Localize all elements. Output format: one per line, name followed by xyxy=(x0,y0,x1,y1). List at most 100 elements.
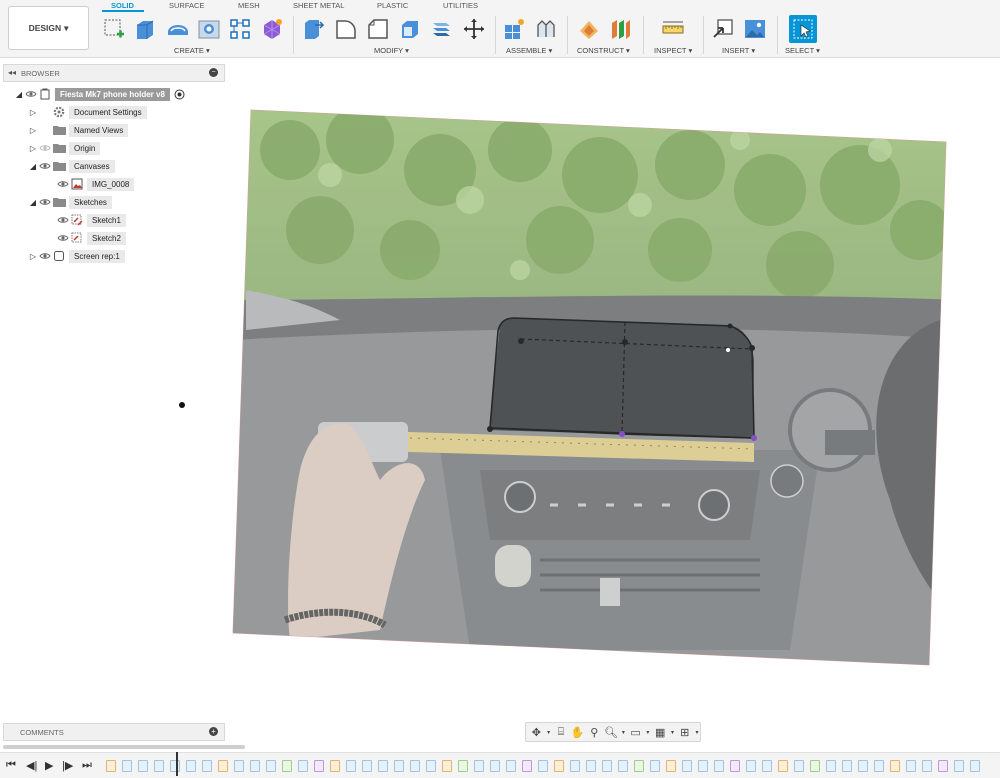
workspace-design-button[interactable]: DESIGN ▾ xyxy=(8,6,89,50)
collapse-panel-icon[interactable]: ◂◂ xyxy=(8,68,16,77)
eye-icon[interactable] xyxy=(56,214,70,226)
insert-derive-icon[interactable] xyxy=(711,17,735,41)
inspect-group-label[interactable]: INSPECT ▾ xyxy=(654,46,692,55)
chevron-down-icon[interactable]: ▾ xyxy=(546,724,552,740)
timeline-feature[interactable] xyxy=(826,760,836,772)
chevron-down-icon[interactable]: ▾ xyxy=(670,724,676,740)
timeline-feature[interactable] xyxy=(266,760,276,772)
timeline-feature[interactable] xyxy=(874,760,884,772)
timeline-scrollbar[interactable] xyxy=(3,745,245,749)
timeline-feature[interactable] xyxy=(970,760,980,772)
joint-icon[interactable] xyxy=(534,17,558,41)
timeline-feature[interactable] xyxy=(458,760,468,772)
eye-icon[interactable] xyxy=(38,160,52,172)
grid-icon[interactable]: ▦ xyxy=(653,724,668,740)
collapsed-arrow-icon[interactable]: ▷ xyxy=(28,142,38,154)
timeline-feature[interactable] xyxy=(682,760,692,772)
hole-icon[interactable] xyxy=(197,17,221,41)
browser-item-canvases[interactable]: ◢ Canvases xyxy=(28,158,115,174)
timeline-feature[interactable] xyxy=(554,760,564,772)
eye-icon[interactable] xyxy=(56,232,70,244)
timeline-feature[interactable] xyxy=(730,760,740,772)
timeline-feature[interactable] xyxy=(650,760,660,772)
timeline-feature[interactable] xyxy=(858,760,868,772)
timeline-feature[interactable] xyxy=(378,760,388,772)
assemble-group-label[interactable]: ASSEMBLE ▾ xyxy=(506,46,552,55)
shell-icon[interactable] xyxy=(398,17,422,41)
press-pull-icon[interactable] xyxy=(301,17,325,41)
timeline-feature[interactable] xyxy=(362,760,372,772)
tab-mesh[interactable]: MESH xyxy=(238,1,260,10)
browser-item-sketch2[interactable]: Sketch2 xyxy=(46,230,126,246)
construct-group-label[interactable]: CONSTRUCT ▾ xyxy=(577,46,630,55)
browser-item-named-views[interactable]: ▷ Named Views xyxy=(28,122,129,138)
pan-icon[interactable]: ✋ xyxy=(570,724,585,740)
timeline-feature[interactable] xyxy=(922,760,932,772)
timeline-feature[interactable] xyxy=(938,760,948,772)
select-icon[interactable] xyxy=(789,15,817,43)
pattern-icon[interactable] xyxy=(228,17,252,41)
combine-icon[interactable] xyxy=(430,17,454,41)
timeline-feature[interactable] xyxy=(474,760,484,772)
timeline-feature[interactable] xyxy=(634,760,644,772)
eye-icon[interactable] xyxy=(38,196,52,208)
comments-panel-header[interactable]: COMMENTS + xyxy=(3,723,225,741)
collapsed-arrow-icon[interactable]: ▷ xyxy=(28,250,38,262)
timeline-feature[interactable] xyxy=(234,760,244,772)
zoom-icon[interactable]: 🔍︎ xyxy=(604,724,619,740)
timeline-feature[interactable] xyxy=(538,760,548,772)
timeline-feature[interactable] xyxy=(410,760,420,772)
browser-item-img-0008[interactable]: IMG_0008 xyxy=(46,176,135,192)
timeline-feature[interactable] xyxy=(426,760,436,772)
select-group-label[interactable]: SELECT ▾ xyxy=(785,46,820,55)
fillet-icon[interactable] xyxy=(334,17,358,41)
chevron-down-icon[interactable]: ▾ xyxy=(620,724,626,740)
midplane-icon[interactable] xyxy=(609,17,633,41)
timeline-feature[interactable] xyxy=(218,760,228,772)
collapsed-arrow-icon[interactable]: ▷ xyxy=(28,106,38,118)
chamfer-icon[interactable] xyxy=(366,17,390,41)
look-at-icon[interactable]: ⌸ xyxy=(554,724,569,740)
step-forward-icon[interactable]: |▶︎ xyxy=(62,759,73,772)
timeline-feature[interactable] xyxy=(906,760,916,772)
revolve-icon[interactable] xyxy=(166,17,190,41)
timeline-feature[interactable] xyxy=(122,760,132,772)
browser-item-screen-rep[interactable]: ▷ Screen rep:1 xyxy=(28,248,125,264)
tab-plastic[interactable]: PLASTIC xyxy=(377,1,408,10)
timeline-feature[interactable] xyxy=(490,760,500,772)
expanded-arrow-icon[interactable]: ◢ xyxy=(28,196,38,208)
timeline-feature[interactable] xyxy=(522,760,532,772)
eye-hidden-icon[interactable] xyxy=(38,142,52,154)
timeline-feature[interactable] xyxy=(154,760,164,772)
eye-icon[interactable] xyxy=(24,88,38,100)
timeline-feature[interactable] xyxy=(314,760,324,772)
display-settings-icon[interactable]: ▭ xyxy=(628,724,643,740)
browser-item-origin[interactable]: ▷ Origin xyxy=(28,140,101,156)
tab-surface[interactable]: SURFACE xyxy=(169,1,204,10)
timeline-feature[interactable] xyxy=(346,760,356,772)
tab-utilities[interactable]: UTILITIES xyxy=(443,1,478,10)
timeline-marker[interactable] xyxy=(176,752,178,776)
go-to-start-icon[interactable]: ⏮ xyxy=(6,759,16,772)
expanded-arrow-icon[interactable]: ◢ xyxy=(14,88,24,100)
timeline-feature[interactable] xyxy=(282,760,292,772)
browser-item-document-settings[interactable]: ▷ Document Settings xyxy=(28,104,147,120)
timeline-feature[interactable] xyxy=(586,760,596,772)
timeline-feature[interactable] xyxy=(202,760,212,772)
timeline-feature[interactable] xyxy=(778,760,788,772)
timeline-feature[interactable] xyxy=(714,760,724,772)
timeline-feature[interactable] xyxy=(666,760,676,772)
offset-plane-icon[interactable] xyxy=(577,17,601,41)
collapsed-arrow-icon[interactable]: ▷ xyxy=(28,124,38,136)
timeline-feature[interactable] xyxy=(250,760,260,772)
timeline-feature[interactable] xyxy=(298,760,308,772)
timeline-feature[interactable] xyxy=(170,760,180,772)
timeline-feature[interactable] xyxy=(842,760,852,772)
timeline-feature[interactable] xyxy=(330,760,340,772)
extrude-icon[interactable] xyxy=(133,17,157,41)
viewports-icon[interactable]: ⊞ xyxy=(677,724,692,740)
go-to-end-icon[interactable]: ⏭ xyxy=(82,759,92,772)
play-icon[interactable]: ▶ xyxy=(45,759,53,772)
timeline-feature[interactable] xyxy=(506,760,516,772)
modify-group-label[interactable]: MODIFY ▾ xyxy=(374,46,409,55)
